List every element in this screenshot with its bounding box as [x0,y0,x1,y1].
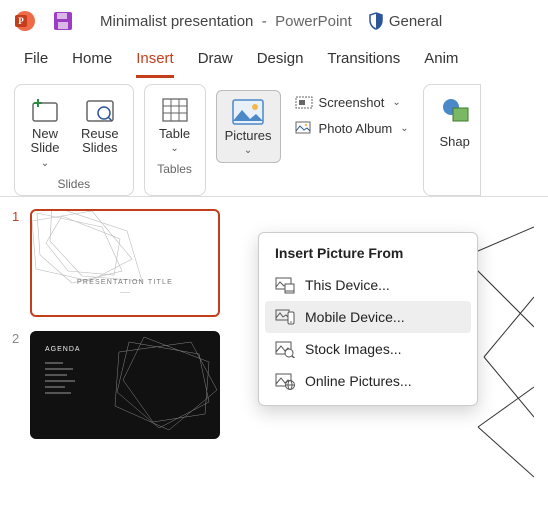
thumb-number: 2 [12,331,22,346]
online-pictures-icon [275,372,295,390]
table-button[interactable]: Table ⌄ [153,91,197,158]
insert-picture-dropdown: Insert Picture From This Device... Mobil… [258,232,478,406]
svg-text:P: P [18,16,24,26]
chevron-down-icon: ⌄ [41,158,49,169]
photo-album-icon [295,120,313,136]
dropdown-item-this-device[interactable]: This Device... [265,269,471,301]
photo-album-button[interactable]: Photo Album ⌄ [291,118,413,138]
dropdown-item-online-pictures[interactable]: Online Pictures... [265,365,471,397]
group-illustrations: Shap [423,84,481,196]
stock-images-icon [275,340,295,358]
new-slide-button[interactable]: New Slide ⌄ [23,91,67,173]
reuse-slides-icon [84,95,116,125]
slide1-title: PRESENTATION TITLE [32,279,218,286]
slide2-title: AGENDA [45,346,81,353]
slide-thumbnail-1[interactable]: PRESENTATION TITLE —— [30,209,220,317]
new-slide-icon [29,95,61,125]
table-icon [159,95,191,125]
dropdown-item-stock-images[interactable]: Stock Images... [265,333,471,365]
slide1-subtitle: —— [32,290,218,296]
tab-home[interactable]: Home [72,46,112,78]
group-label-slides: Slides [57,177,90,191]
chevron-down-icon: ⌄ [400,123,408,134]
tab-file[interactable]: File [24,46,48,78]
reuse-slides-button[interactable]: Reuse Slides [75,91,125,160]
slide2-art [109,332,220,439]
document-name: Minimalist presentation [100,13,253,30]
this-device-icon [275,276,295,294]
shapes-button[interactable]: Shap [432,91,478,153]
dropdown-item-mobile-device[interactable]: Mobile Device... [265,301,471,333]
slide2-lines [45,362,75,394]
slide1-art [32,211,220,317]
ribbon: New Slide ⌄ Reuse Slides Slides [0,78,548,197]
tab-draw[interactable]: Draw [198,46,233,78]
ribbon-tabs: File Home Insert Draw Design Transitions… [0,38,548,78]
screenshot-button[interactable]: Screenshot ⌄ [291,92,413,112]
chevron-down-icon: ⌄ [392,97,400,108]
powerpoint-app-icon: P [14,10,36,32]
pictures-icon [230,97,266,127]
pictures-button[interactable]: Pictures ⌄ [216,90,281,163]
tab-design[interactable]: Design [257,46,304,78]
shield-icon [368,12,384,30]
document-title: Minimalist presentation - PowerPoint [100,13,352,30]
slide-thumbnails-panel: 1 PRESENTATION TITLE —— 2 AGENDA [0,197,234,449]
thumb-number: 1 [12,209,22,224]
tab-transitions[interactable]: Transitions [327,46,400,78]
sensitivity-label[interactable]: General [368,12,442,30]
tab-animations[interactable]: Anim [424,46,458,78]
group-slides: New Slide ⌄ Reuse Slides Slides [14,84,134,196]
dropdown-header: Insert Picture From [275,245,461,261]
chevron-down-icon: ⌄ [170,143,178,154]
tab-insert[interactable]: Insert [136,46,174,78]
shapes-icon [438,95,472,125]
mobile-device-icon [275,308,295,326]
app-name: PowerPoint [275,13,352,30]
group-tables: Table ⌄ Tables [144,84,206,196]
titlebar: P Minimalist presentation - PowerPoint G… [0,0,548,38]
group-label-tables: Tables [157,162,192,176]
screenshot-icon [295,94,313,110]
save-icon[interactable] [52,10,74,32]
chevron-down-icon: ⌄ [244,145,252,156]
slide-thumbnail-2[interactable]: AGENDA [30,331,220,439]
